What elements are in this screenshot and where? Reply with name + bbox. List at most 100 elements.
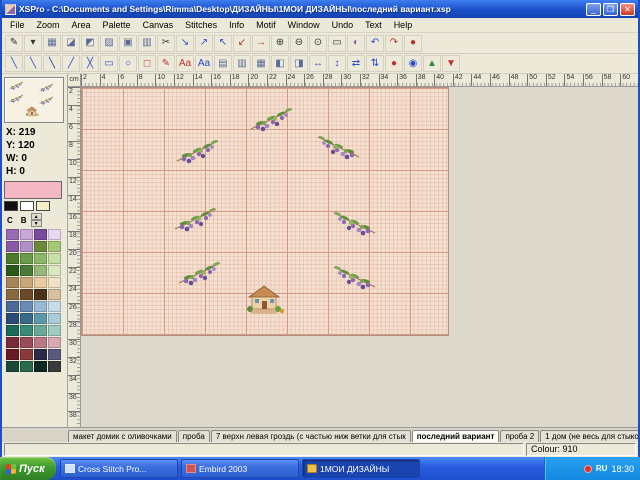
quarter-stitch-button[interactable]: ◩ xyxy=(81,35,99,52)
grid-full-button[interactable]: ▦ xyxy=(252,55,270,72)
close-button[interactable]: ✕ xyxy=(620,3,635,16)
palette-swatch[interactable] xyxy=(20,349,33,360)
palette-swatch[interactable] xyxy=(48,265,61,276)
maximize-button[interactable]: ❐ xyxy=(603,3,618,16)
palette-mode-button[interactable]: ◐ xyxy=(347,35,365,52)
palette-swatch[interactable] xyxy=(6,325,19,336)
task-moi-dizayny[interactable]: 1МОИ ДИЗАЙНЫ xyxy=(302,459,420,478)
petite-stitch-button[interactable]: ▨ xyxy=(100,35,118,52)
flip-vertical-button[interactable]: ↕ xyxy=(328,55,346,72)
full-stitch-button[interactable]: ▦ xyxy=(43,35,61,52)
palette-swatch[interactable] xyxy=(6,349,19,360)
palette-swatch[interactable] xyxy=(34,301,47,312)
palette-swatch[interactable] xyxy=(6,361,19,372)
text-tool-red-button[interactable]: Aa xyxy=(176,55,194,72)
target-button[interactable]: ◉ xyxy=(404,55,422,72)
palette-swatch[interactable] xyxy=(6,241,19,252)
pencil-dropdown-button[interactable]: ▾ xyxy=(24,35,42,52)
zoom-actual-button[interactable]: ⊙ xyxy=(309,35,327,52)
swap-vertical-button[interactable]: ⇅ xyxy=(366,55,384,72)
stitch-direction-nw-button[interactable]: ↖ xyxy=(214,35,232,52)
grid-cols-button[interactable]: ▥ xyxy=(233,55,251,72)
palette-swatch[interactable] xyxy=(20,325,33,336)
palette-swatch[interactable] xyxy=(34,361,47,372)
palette-swatch[interactable] xyxy=(20,289,33,300)
palette-swatch[interactable] xyxy=(48,253,61,264)
diagonal-line-button[interactable]: ╱ xyxy=(62,55,80,72)
clock[interactable]: 18:30 xyxy=(611,464,634,474)
palette-swatch[interactable] xyxy=(6,277,19,288)
palette-swatch[interactable] xyxy=(20,301,33,312)
half-right-button[interactable]: ◨ xyxy=(290,55,308,72)
palette-swatch[interactable] xyxy=(48,229,61,240)
palette-swatch[interactable] xyxy=(20,229,33,240)
design-preview[interactable] xyxy=(4,77,64,123)
palette-swatch[interactable] xyxy=(48,361,61,372)
ellipse-button[interactable]: ○ xyxy=(119,55,137,72)
palette-scroll-down-button[interactable]: ▼ xyxy=(31,220,42,227)
tray-app-icon[interactable] xyxy=(584,465,592,473)
palette-swatch[interactable] xyxy=(34,277,47,288)
menu-zoom[interactable]: Zoom xyxy=(31,20,66,30)
tab-proba[interactable]: проба xyxy=(178,430,210,442)
start-button[interactable]: Пуск xyxy=(0,457,56,480)
stitch-direction-se-button[interactable]: ↘ xyxy=(176,35,194,52)
palette-swatch[interactable] xyxy=(34,337,47,348)
palette-swatch[interactable] xyxy=(48,325,61,336)
palette-swatch[interactable] xyxy=(20,361,33,372)
menu-canvas[interactable]: Canvas xyxy=(137,20,180,30)
palette-swatch[interactable] xyxy=(48,349,61,360)
menu-text[interactable]: Text xyxy=(359,20,388,30)
palette-swatch[interactable] xyxy=(34,265,47,276)
palette-scroll-up-button[interactable]: ▲ xyxy=(31,213,42,220)
red-pencil-button[interactable]: ✎ xyxy=(157,55,175,72)
thick-line-button[interactable]: ╲ xyxy=(43,55,61,72)
menu-area[interactable]: Area xyxy=(66,20,97,30)
thin-line-button[interactable]: ╲ xyxy=(5,55,23,72)
bead-stitch-button[interactable]: ▥ xyxy=(138,35,156,52)
zoom-out-button[interactable]: ⊖ xyxy=(290,35,308,52)
palette-swatch[interactable] xyxy=(6,301,19,312)
stop-button[interactable]: ● xyxy=(404,35,422,52)
selected-colour-swatch[interactable] xyxy=(4,181,62,199)
undo-arrow-button[interactable]: ↶ xyxy=(366,35,384,52)
palette-swatch[interactable] xyxy=(48,337,61,348)
tab-proba-2[interactable]: проба 2 xyxy=(500,430,539,442)
french-knot-button[interactable]: ▣ xyxy=(119,35,137,52)
medium-line-button[interactable]: ╲ xyxy=(24,55,42,72)
language-indicator[interactable]: RU xyxy=(596,464,608,473)
menu-file[interactable]: File xyxy=(4,20,31,30)
palette-swatch[interactable] xyxy=(34,289,47,300)
palette-swatch[interactable] xyxy=(20,337,33,348)
cross-line-button[interactable]: ╳ xyxy=(81,55,99,72)
flip-horizontal-button[interactable]: ↔ xyxy=(309,55,327,72)
menu-palette[interactable]: Palette xyxy=(97,20,137,30)
tab-maket-domik[interactable]: макет домик с оливочками xyxy=(68,430,177,442)
palette-swatch[interactable] xyxy=(6,253,19,264)
mini-swatch[interactable] xyxy=(36,201,50,211)
half-stitch-button[interactable]: ◪ xyxy=(62,35,80,52)
stitch-direction-sw-button[interactable]: ↙ xyxy=(233,35,251,52)
eraser-button[interactable]: ◻ xyxy=(138,55,156,72)
palette-swatch[interactable] xyxy=(20,313,33,324)
palette-swatch[interactable] xyxy=(20,277,33,288)
palette-swatch[interactable] xyxy=(48,277,61,288)
tab-1-dom[interactable]: 1 дом (не весь для стыковки) xyxy=(540,430,638,442)
palette-swatch[interactable] xyxy=(20,265,33,276)
tab-7-verhn-grozd[interactable]: 7 верхн левая гроздь (с частью ниж ветки… xyxy=(211,430,411,442)
red-arrow-button[interactable]: → xyxy=(252,35,270,52)
mini-swatch[interactable] xyxy=(20,201,34,211)
menu-help[interactable]: Help xyxy=(388,20,419,30)
up-triangle-button[interactable]: ▲ xyxy=(423,55,441,72)
half-left-button[interactable]: ◧ xyxy=(271,55,289,72)
palette-swatch[interactable] xyxy=(34,349,47,360)
stitch-canvas[interactable] xyxy=(81,87,449,336)
task-embird-2003[interactable]: Embird 2003 xyxy=(181,459,299,478)
grid-rows-button[interactable]: ▤ xyxy=(214,55,232,72)
menu-info[interactable]: Info xyxy=(223,20,250,30)
down-triangle-button[interactable]: ▼ xyxy=(442,55,460,72)
scissors-button[interactable]: ✂ xyxy=(157,35,175,52)
palette-swatch[interactable] xyxy=(6,229,19,240)
zoom-in-button[interactable]: ⊕ xyxy=(271,35,289,52)
menu-stitches[interactable]: Stitches xyxy=(179,20,223,30)
